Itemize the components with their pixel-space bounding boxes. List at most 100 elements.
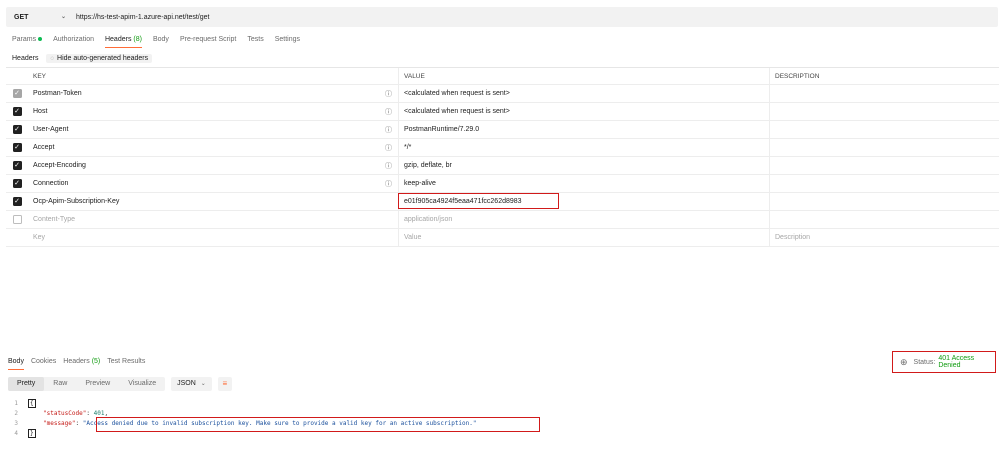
- view-preview-button[interactable]: Preview: [76, 377, 119, 391]
- tab-headers[interactable]: Headers (8): [104, 36, 142, 48]
- wrap-lines-icon[interactable]: ≡: [217, 377, 232, 391]
- table-row: ✓ Accept-Encoding ⓘ gzip, deflate, br: [6, 157, 999, 175]
- response-tabs: Body Cookies Headers (5) Test Results: [8, 358, 152, 370]
- header-key[interactable]: Postman-Token: [33, 90, 82, 97]
- header-value[interactable]: <calculated when request is sent>: [399, 85, 770, 102]
- response-toolbar: Pretty Raw Preview Visualize JSON ⌄ ≡: [8, 377, 232, 391]
- info-icon[interactable]: ⓘ: [385, 125, 392, 135]
- header-description[interactable]: [770, 121, 999, 138]
- row-checkbox[interactable]: ✓: [12, 179, 22, 188]
- header-key[interactable]: Ocp-Apim-Subscription-Key: [33, 198, 119, 205]
- hide-auto-generated-label: Hide auto-generated headers: [57, 55, 149, 62]
- header-key[interactable]: Host: [33, 108, 47, 115]
- new-value-input[interactable]: Value: [399, 229, 770, 246]
- url-bar: GET ⌄ https://hs-test-apim-1.azure-api.n…: [6, 7, 998, 27]
- eye-off-icon: ◌: [50, 55, 55, 62]
- tab-headers-label: Headers: [104, 36, 132, 43]
- header-description[interactable]: [770, 139, 999, 156]
- info-icon[interactable]: ⓘ: [385, 107, 392, 117]
- view-pretty-button[interactable]: Pretty: [8, 377, 45, 391]
- table-row: Content-Type application/json: [6, 211, 999, 229]
- tab-pre-request-script[interactable]: Pre-request Script: [180, 36, 236, 48]
- url-input[interactable]: https://hs-test-apim-1.azure-api.net/tes…: [68, 14, 209, 21]
- header-value[interactable]: PostmanRuntime/7.29.0: [399, 121, 770, 138]
- tab-params[interactable]: Params: [12, 36, 43, 48]
- row-checkbox[interactable]: ✓: [12, 89, 22, 98]
- new-key-input[interactable]: Key: [33, 234, 45, 241]
- table-row: ✓ Connection ⓘ keep-alive: [6, 175, 999, 193]
- header-description[interactable]: [770, 175, 999, 192]
- header-value[interactable]: keep-alive: [399, 175, 770, 192]
- header-description[interactable]: [770, 193, 999, 210]
- table-header-row: KEY VALUE DESCRIPTION: [6, 68, 999, 85]
- subscription-key-highlight: [398, 193, 559, 209]
- tab-response-headers[interactable]: Headers (5): [63, 358, 100, 370]
- view-raw-button[interactable]: Raw: [44, 377, 76, 391]
- line-number: 2: [14, 409, 18, 417]
- tab-params-label: Params: [12, 36, 37, 43]
- header-key[interactable]: Content-Type: [33, 216, 75, 223]
- table-row: ✓ User-Agent ⓘ PostmanRuntime/7.29.0: [6, 121, 999, 139]
- column-header-value: VALUE: [399, 68, 770, 84]
- new-row: Key Value Description: [6, 229, 999, 247]
- header-value[interactable]: <calculated when request is sent>: [399, 103, 770, 120]
- header-key[interactable]: Connection: [33, 180, 68, 187]
- hide-auto-generated-button[interactable]: ◌ Hide auto-generated headers: [46, 54, 153, 63]
- tab-body-label: Body: [152, 36, 169, 43]
- header-description[interactable]: [770, 85, 999, 102]
- new-description-input[interactable]: Description: [770, 229, 999, 246]
- method-select[interactable]: GET ⌄: [6, 7, 68, 27]
- tab-tests[interactable]: Tests: [247, 36, 263, 48]
- header-key[interactable]: Accept-Encoding: [33, 162, 86, 169]
- column-header-description: DESCRIPTION: [775, 72, 820, 80]
- line-number: 4: [14, 429, 18, 437]
- format-select[interactable]: JSON ⌄: [171, 377, 212, 391]
- row-checkbox[interactable]: ✓: [12, 125, 22, 134]
- table-row: ✓ Postman-Token ⓘ <calculated when reques…: [6, 85, 999, 103]
- header-description[interactable]: [770, 157, 999, 174]
- tab-response-cookies[interactable]: Cookies: [31, 358, 56, 370]
- header-description[interactable]: [770, 211, 999, 228]
- header-value[interactable]: gzip, deflate, br: [399, 157, 770, 174]
- row-checkbox[interactable]: ✓: [12, 143, 22, 152]
- format-label: JSON: [177, 380, 196, 387]
- row-checkbox[interactable]: [12, 215, 22, 224]
- view-visualize-button[interactable]: Visualize: [119, 377, 165, 391]
- json-comma: ,: [104, 409, 109, 417]
- header-key[interactable]: Accept: [33, 144, 54, 151]
- tab-test-results-label: Test Results: [107, 358, 146, 365]
- tab-settings-label: Settings: [274, 36, 300, 43]
- globe-icon: ⊕: [900, 356, 908, 367]
- header-description[interactable]: [770, 103, 999, 120]
- tab-response-headers-count: (5): [91, 358, 101, 365]
- line-number: 3: [14, 419, 18, 427]
- view-mode-selector: Pretty Raw Preview Visualize: [8, 377, 166, 391]
- tab-response-cookies-label: Cookies: [30, 358, 57, 365]
- row-checkbox[interactable]: ✓: [12, 161, 22, 170]
- info-icon[interactable]: ⓘ: [385, 89, 392, 99]
- params-indicator-dot: [38, 37, 43, 42]
- tab-authorization[interactable]: Authorization: [53, 36, 94, 48]
- table-row: ✓ Accept ⓘ */*: [6, 139, 999, 157]
- status-value[interactable]: 401 Access Denied: [938, 355, 995, 369]
- json-colon: :: [75, 419, 83, 427]
- row-checkbox[interactable]: ✓: [12, 197, 22, 206]
- header-value[interactable]: application/json: [399, 211, 770, 228]
- headers-table: KEY VALUE DESCRIPTION ✓ Postman-Token ⓘ <…: [6, 67, 999, 247]
- info-icon[interactable]: ⓘ: [385, 143, 392, 153]
- info-icon[interactable]: ⓘ: [385, 179, 392, 189]
- row-checkbox[interactable]: ✓: [12, 107, 22, 116]
- tab-settings[interactable]: Settings: [275, 36, 300, 48]
- code-line: 1 {: [8, 398, 477, 408]
- tab-pre-request-label: Pre-request Script: [179, 36, 237, 43]
- method-label: GET: [14, 13, 29, 21]
- tab-body[interactable]: Body: [153, 36, 169, 48]
- json-key-status: "statusCode": [43, 409, 87, 417]
- tab-test-results[interactable]: Test Results: [107, 358, 145, 370]
- tab-response-body[interactable]: Body: [8, 358, 24, 370]
- tab-headers-count: (8): [133, 36, 142, 43]
- tab-response-body-label: Body: [8, 358, 24, 365]
- header-value[interactable]: */*: [399, 139, 770, 156]
- info-icon[interactable]: ⓘ: [385, 161, 392, 171]
- header-key[interactable]: User-Agent: [33, 126, 68, 133]
